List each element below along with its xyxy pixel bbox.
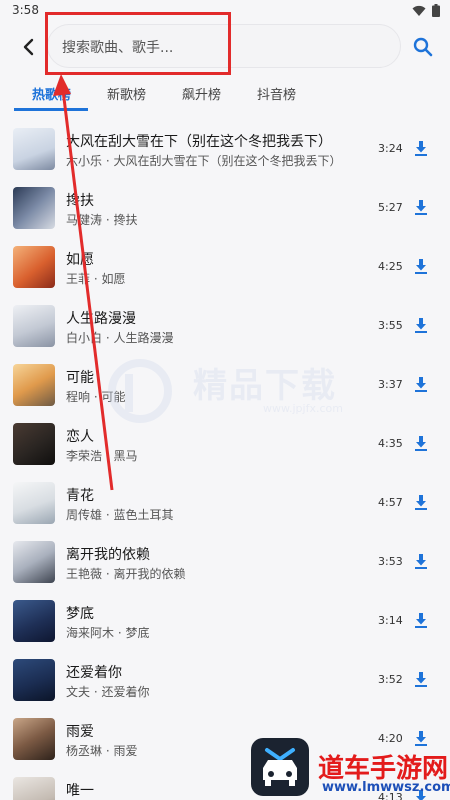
song-duration: 3:37 bbox=[378, 378, 403, 391]
song-artist: 李荣浩 · 黑马 bbox=[66, 449, 138, 463]
song-artist: 程响 · 可能 bbox=[66, 390, 126, 404]
back-button[interactable] bbox=[14, 33, 42, 61]
download-icon[interactable] bbox=[412, 670, 430, 688]
song-artist: 六小乐 · 大风在刮大雪在下（别在这个冬把我丢下） bbox=[66, 154, 342, 168]
song-row[interactable]: 梦底 海来阿木 · 梦底 3:14 bbox=[0, 592, 450, 651]
album-cover bbox=[13, 600, 55, 642]
song-title: 人生路漫漫 bbox=[66, 311, 136, 327]
download-icon[interactable] bbox=[412, 552, 430, 570]
song-title: 青花 bbox=[66, 488, 94, 504]
song-artist: 海来阿木 · 梦底 bbox=[66, 626, 150, 640]
download-icon[interactable] bbox=[412, 198, 430, 216]
song-duration: 5:27 bbox=[378, 201, 403, 214]
song-row[interactable]: 还爱着你 文夫 · 还爱着你 3:52 bbox=[0, 651, 450, 710]
song-row[interactable]: 恋人 李荣浩 · 黑马 4:35 bbox=[0, 415, 450, 474]
corner-brand-logo bbox=[251, 738, 309, 796]
song-duration: 4:35 bbox=[378, 437, 403, 450]
song-duration: 3:55 bbox=[378, 319, 403, 332]
song-row[interactable]: 青花 周传雄 · 蓝色土耳其 4:57 bbox=[0, 474, 450, 533]
tab-rising[interactable]: 飙升榜 bbox=[182, 84, 221, 103]
battery-icon bbox=[432, 4, 440, 17]
song-row[interactable]: 搀扶 马健涛 · 搀扶 5:27 bbox=[0, 179, 450, 238]
song-title: 梦底 bbox=[66, 606, 94, 622]
wifi-icon bbox=[412, 5, 426, 16]
song-artist: 王艳薇 · 离开我的依赖 bbox=[66, 567, 186, 581]
song-title: 雨爱 bbox=[66, 724, 94, 740]
corner-brand-url: www.lmwwsz.com bbox=[322, 780, 450, 795]
song-row[interactable]: 离开我的依赖 王艳薇 · 离开我的依赖 3:53 bbox=[0, 533, 450, 592]
album-cover bbox=[13, 128, 55, 170]
song-row[interactable]: 人生路漫漫 白小白 · 人生路漫漫 3:55 bbox=[0, 297, 450, 356]
album-cover bbox=[13, 541, 55, 583]
song-title: 搀扶 bbox=[66, 193, 94, 209]
album-cover bbox=[13, 777, 55, 800]
song-duration: 3:52 bbox=[378, 673, 403, 686]
download-icon[interactable] bbox=[412, 493, 430, 511]
download-icon[interactable] bbox=[412, 257, 430, 275]
song-artist: 周传雄 · 蓝色土耳其 bbox=[66, 508, 174, 522]
album-cover bbox=[13, 187, 55, 229]
search-icon[interactable] bbox=[412, 36, 434, 58]
album-cover bbox=[13, 718, 55, 760]
song-duration: 4:20 bbox=[378, 732, 403, 745]
download-icon[interactable] bbox=[412, 316, 430, 334]
album-cover bbox=[13, 246, 55, 288]
song-title: 唯一 bbox=[66, 783, 94, 799]
song-duration: 3:14 bbox=[378, 614, 403, 627]
album-cover bbox=[13, 364, 55, 406]
download-icon[interactable] bbox=[412, 611, 430, 629]
song-title: 大风在刮大雪在下（别在这个冬把我丢下） bbox=[66, 134, 332, 150]
song-artist: 白小白 · 人生路漫漫 bbox=[66, 331, 174, 345]
tab-hot[interactable]: 热歌榜 bbox=[32, 84, 71, 103]
album-cover bbox=[13, 659, 55, 701]
album-cover bbox=[13, 423, 55, 465]
song-artist: 杨丞琳 · 雨爱 bbox=[66, 744, 138, 758]
song-row[interactable]: 可能 程响 · 可能 3:37 bbox=[0, 356, 450, 415]
song-duration: 4:25 bbox=[378, 260, 403, 273]
song-artist: 马健涛 · 搀扶 bbox=[66, 213, 138, 227]
status-icons bbox=[412, 4, 440, 17]
song-title: 离开我的依赖 bbox=[66, 547, 150, 563]
search-input[interactable] bbox=[60, 25, 394, 71]
song-title: 还爱着你 bbox=[66, 665, 122, 681]
tab-douyin[interactable]: 抖音榜 bbox=[257, 84, 296, 103]
tab-new[interactable]: 新歌榜 bbox=[107, 84, 146, 103]
song-artist: 王菲 · 如愿 bbox=[66, 272, 126, 286]
download-icon[interactable] bbox=[412, 729, 430, 747]
download-icon[interactable] bbox=[412, 375, 430, 393]
song-list: 大风在刮大雪在下（别在这个冬把我丢下） 六小乐 · 大风在刮大雪在下（别在这个冬… bbox=[0, 120, 450, 800]
active-tab-indicator bbox=[14, 108, 88, 111]
song-row[interactable]: 如愿 王菲 · 如愿 4:25 bbox=[0, 238, 450, 297]
song-title: 如愿 bbox=[66, 252, 94, 268]
album-cover bbox=[13, 305, 55, 347]
album-cover bbox=[13, 482, 55, 524]
download-icon[interactable] bbox=[412, 434, 430, 452]
song-duration: 3:53 bbox=[378, 555, 403, 568]
car-icon bbox=[263, 748, 297, 786]
status-bar: 3:58 bbox=[0, 0, 450, 22]
search-box[interactable] bbox=[47, 24, 401, 71]
song-duration: 4:57 bbox=[378, 496, 403, 509]
download-icon[interactable] bbox=[412, 139, 430, 157]
back-arrow-icon bbox=[23, 38, 34, 56]
song-row[interactable]: 大风在刮大雪在下（别在这个冬把我丢下） 六小乐 · 大风在刮大雪在下（别在这个冬… bbox=[0, 120, 450, 179]
song-title: 可能 bbox=[66, 370, 94, 386]
status-time: 3:58 bbox=[12, 3, 39, 17]
song-duration: 3:24 bbox=[378, 142, 403, 155]
song-artist: 文夫 · 还爱着你 bbox=[66, 685, 150, 699]
song-title: 恋人 bbox=[66, 429, 94, 445]
